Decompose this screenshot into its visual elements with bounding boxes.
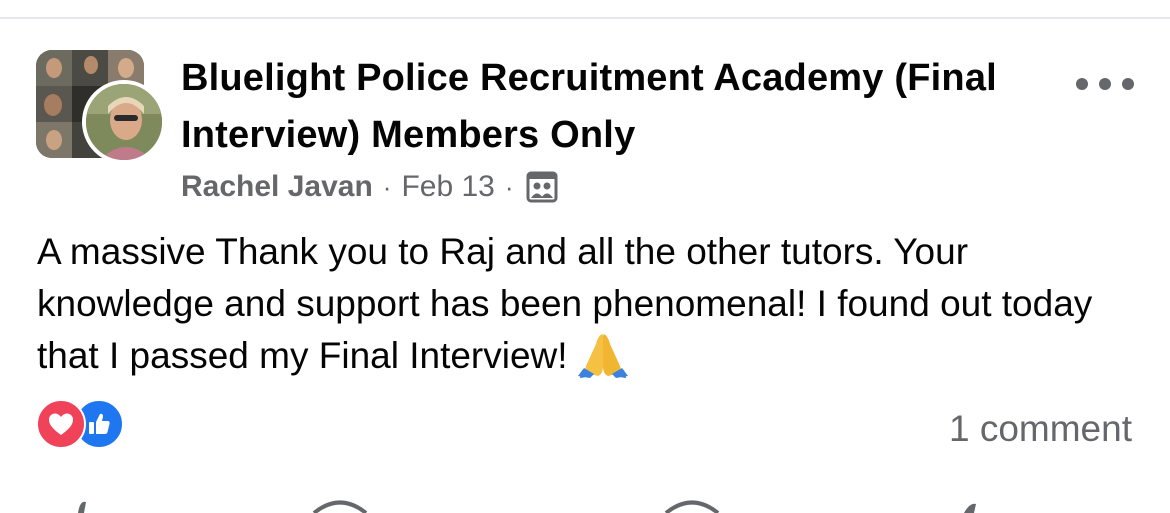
message-button-icon[interactable] — [662, 500, 722, 513]
more-options-icon — [1099, 78, 1111, 90]
post-card: Bluelight Police Recruitment Academy (Fi… — [0, 0, 1170, 513]
reactions-summary[interactable] — [36, 399, 136, 449]
post-date[interactable]: Feb 13 — [401, 170, 494, 204]
comment-count-link[interactable]: 1 comment — [949, 408, 1132, 450]
post-body-text: A massive Thank you to Raj and all the o… — [37, 231, 1093, 376]
share-button-icon[interactable] — [956, 500, 986, 513]
action-bar — [0, 490, 1170, 513]
meta-separator: · — [504, 171, 514, 202]
folded-hands-emoji — [576, 330, 630, 378]
love-reaction-icon — [36, 399, 86, 449]
post-meta: Rachel Javan · Feb 13 · — [181, 166, 558, 208]
meta-separator: · — [382, 171, 392, 202]
more-options-icon — [1122, 78, 1134, 90]
more-options-icon — [1076, 78, 1088, 90]
like-button-icon[interactable] — [60, 500, 100, 513]
post-avatar-group[interactable] — [36, 50, 166, 164]
more-options-button[interactable] — [1076, 66, 1134, 102]
comment-button-icon[interactable] — [310, 500, 370, 513]
group-name[interactable]: Bluelight Police Recruitment Academy (Fi… — [181, 50, 1001, 164]
author-photo — [86, 84, 162, 160]
author-name[interactable]: Rachel Javan — [181, 170, 373, 204]
members-only-icon — [526, 171, 558, 203]
author-avatar[interactable] — [82, 80, 166, 164]
post-body: A massive Thank you to Raj and all the o… — [37, 226, 1147, 382]
